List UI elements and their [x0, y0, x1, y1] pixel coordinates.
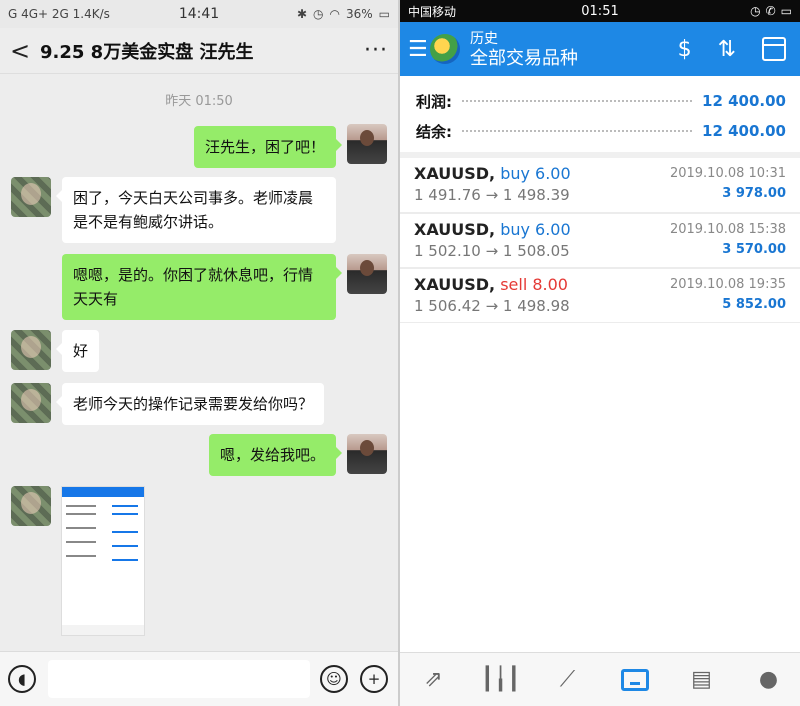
input-bar: ◖ ☺ + — [0, 651, 398, 706]
chart-candles-icon[interactable]: ┃╽┃ — [481, 665, 521, 695]
trade-symbol: XAUUSD, — [414, 164, 496, 183]
summary-value: 12 400.00 — [702, 122, 786, 140]
phone-icon: ✆ — [765, 4, 776, 18]
symbol-filter[interactable]: 全部交易品种 — [470, 49, 578, 69]
summary-label: 利润: — [416, 92, 452, 111]
message-bubble[interactable]: 嗯，发给我吧。 — [208, 434, 343, 476]
trade-icon[interactable]: ⟋ — [551, 665, 585, 695]
news-icon[interactable]: ▤ — [685, 665, 719, 695]
status-right: ◷ ✆ ▭ — [750, 4, 792, 18]
battery-icon: ▭ — [378, 7, 390, 21]
summary-row-profit: 利润: 12 400.00 — [416, 86, 786, 116]
network-status: G 4G+ 2G 1.4K/s — [8, 7, 110, 21]
alarm-icon: ◷ — [750, 4, 761, 18]
menu-icon[interactable]: ☰ — [408, 37, 428, 62]
status-right: ✱ ◷ ◠ 36% ▭ — [297, 7, 390, 21]
message-timestamp: 昨天 01:50 — [165, 94, 233, 109]
thumbnail-line — [66, 505, 96, 507]
app-header: ☰ 历史 全部交易品种 $ ⇅ — [400, 22, 800, 76]
carrier-name: 中国移动 — [408, 4, 457, 19]
thumbnail-line — [112, 505, 138, 507]
battery-icon: ▭ — [780, 4, 792, 18]
message-bubble[interactable]: 老师今天的操作记录需要发给你吗？ — [55, 383, 325, 425]
summary-row-balance: 结余: 12 400.00 — [416, 116, 786, 146]
trade-row[interactable]: XAUUSD, buy 6.00 1 502.10 → 1 508.05 201… — [400, 213, 800, 268]
trade-datetime: 2019.10.08 10:31 — [669, 166, 786, 181]
thumbnail-header — [62, 487, 144, 497]
alarm-icon: ◷ — [313, 7, 324, 21]
status-time: 01:51 — [581, 3, 619, 19]
thumbnail-line — [112, 531, 138, 533]
trade-profit: 3 570.00 — [722, 242, 786, 257]
message-bubble[interactable]: 困了，今天白天公司事多。老师凌晨是不是有鲍威尔讲话。 — [56, 177, 336, 243]
emoji-icon[interactable]: ☺ — [320, 665, 348, 693]
trade-row[interactable]: XAUUSD, sell 8.00 1 506.42 → 1 498.98 20… — [400, 268, 800, 323]
bottom-navigation: ⇗ ┃╽┃ ⟋ ▤ ● — [400, 652, 800, 706]
message-list[interactable]: 昨天 01:50 汪先生，困了吧！ 困了，今天白天公司事多。老师凌晨是不是有鲍威… — [0, 76, 398, 651]
thumbnail-line — [66, 513, 96, 515]
app-logo — [430, 34, 460, 64]
thumbnail-footer — [62, 625, 144, 635]
back-button[interactable]: < — [10, 37, 36, 65]
message-input[interactable] — [48, 660, 310, 698]
chat-icon[interactable]: ● — [752, 665, 786, 695]
trade-symbol: XAUUSD, — [414, 220, 496, 239]
thumbnail-line — [112, 545, 138, 547]
trade-symbol: XAUUSD, — [414, 275, 496, 294]
friend-avatar[interactable] — [11, 177, 51, 217]
status-time: 14:41 — [178, 6, 220, 22]
trade-side: sell 8.00 — [500, 275, 568, 294]
dotted-leader — [462, 100, 693, 102]
calendar-icon[interactable] — [762, 37, 786, 61]
more-button[interactable]: ··· — [364, 38, 388, 63]
bluetooth-icon: ✱ — [296, 7, 308, 21]
trade-side: buy 6.00 — [500, 164, 571, 183]
header-actions: $ ⇅ — [678, 37, 792, 62]
trade-list: XAUUSD, buy 6.00 1 491.76 → 1 498.39 201… — [400, 158, 800, 323]
dotted-leader — [462, 130, 693, 132]
summary-value: 12 400.00 — [702, 92, 786, 110]
message-bubble[interactable]: 嗯嗯，是的。你困了就休息吧，行情天天有 — [62, 254, 342, 320]
chat-screen: G 4G+ 2G 1.4K/s 14:41 ✱ ◷ ◠ 36% ▭ < 9.25… — [0, 0, 398, 706]
header-title: 历史 全部交易品种 — [470, 29, 578, 69]
trade-profit: 3 978.00 — [722, 186, 786, 201]
my-avatar[interactable] — [347, 124, 387, 164]
thumbnail-line — [66, 527, 96, 529]
account-summary: 利润: 12 400.00 结余: 12 400.00 — [400, 76, 800, 158]
thumbnail-line — [66, 541, 96, 543]
status-bar: 中国移动 01:51 ◷ ✆ ▭ — [400, 0, 800, 22]
voice-icon[interactable]: ◖ — [8, 665, 36, 693]
trade-datetime: 2019.10.08 15:38 — [669, 222, 786, 237]
trade-history-screen: 中国移动 01:51 ◷ ✆ ▭ ☰ 历史 全部交易品种 $ ⇅ 利润: 12 … — [398, 0, 800, 706]
thumbnail-line — [112, 559, 138, 561]
message-bubble[interactable]: 汪先生，困了吧！ — [193, 126, 343, 168]
sort-icon[interactable]: ⇅ — [718, 37, 736, 62]
friend-avatar[interactable] — [11, 486, 51, 526]
trade-datetime: 2019.10.08 19:35 — [669, 277, 786, 292]
my-avatar[interactable] — [347, 254, 387, 294]
my-avatar[interactable] — [347, 434, 387, 474]
history-tab[interactable] — [618, 665, 652, 695]
trade-row[interactable]: XAUUSD, buy 6.00 1 491.76 → 1 498.39 201… — [400, 158, 800, 213]
wifi-icon: ◠ — [329, 7, 340, 21]
trade-side: buy 6.00 — [500, 220, 571, 239]
message-bubble[interactable]: 好 — [55, 330, 100, 372]
battery-level: 36% — [345, 7, 373, 21]
chat-title: 9.25 8万美金实盘 汪先生 — [40, 41, 254, 63]
quotes-icon[interactable]: ⇗ — [417, 665, 451, 695]
status-bar: G 4G+ 2G 1.4K/s 14:41 ✱ ◷ ◠ 36% ▭ — [0, 0, 398, 28]
plus-icon[interactable]: + — [360, 665, 388, 693]
friend-avatar[interactable] — [11, 330, 51, 370]
chat-header: < 9.25 8万美金实盘 汪先生 ··· — [0, 28, 398, 74]
image-message-thumbnail[interactable] — [61, 486, 145, 636]
thumbnail-line — [112, 513, 138, 515]
friend-avatar[interactable] — [11, 383, 51, 423]
trade-profit: 5 852.00 — [722, 297, 786, 312]
inbox-tray-icon — [620, 668, 649, 691]
currency-filter-icon[interactable]: $ — [678, 37, 692, 62]
screen-title: 历史 — [470, 31, 498, 47]
thumbnail-line — [66, 555, 96, 557]
summary-label: 结余: — [416, 122, 452, 141]
